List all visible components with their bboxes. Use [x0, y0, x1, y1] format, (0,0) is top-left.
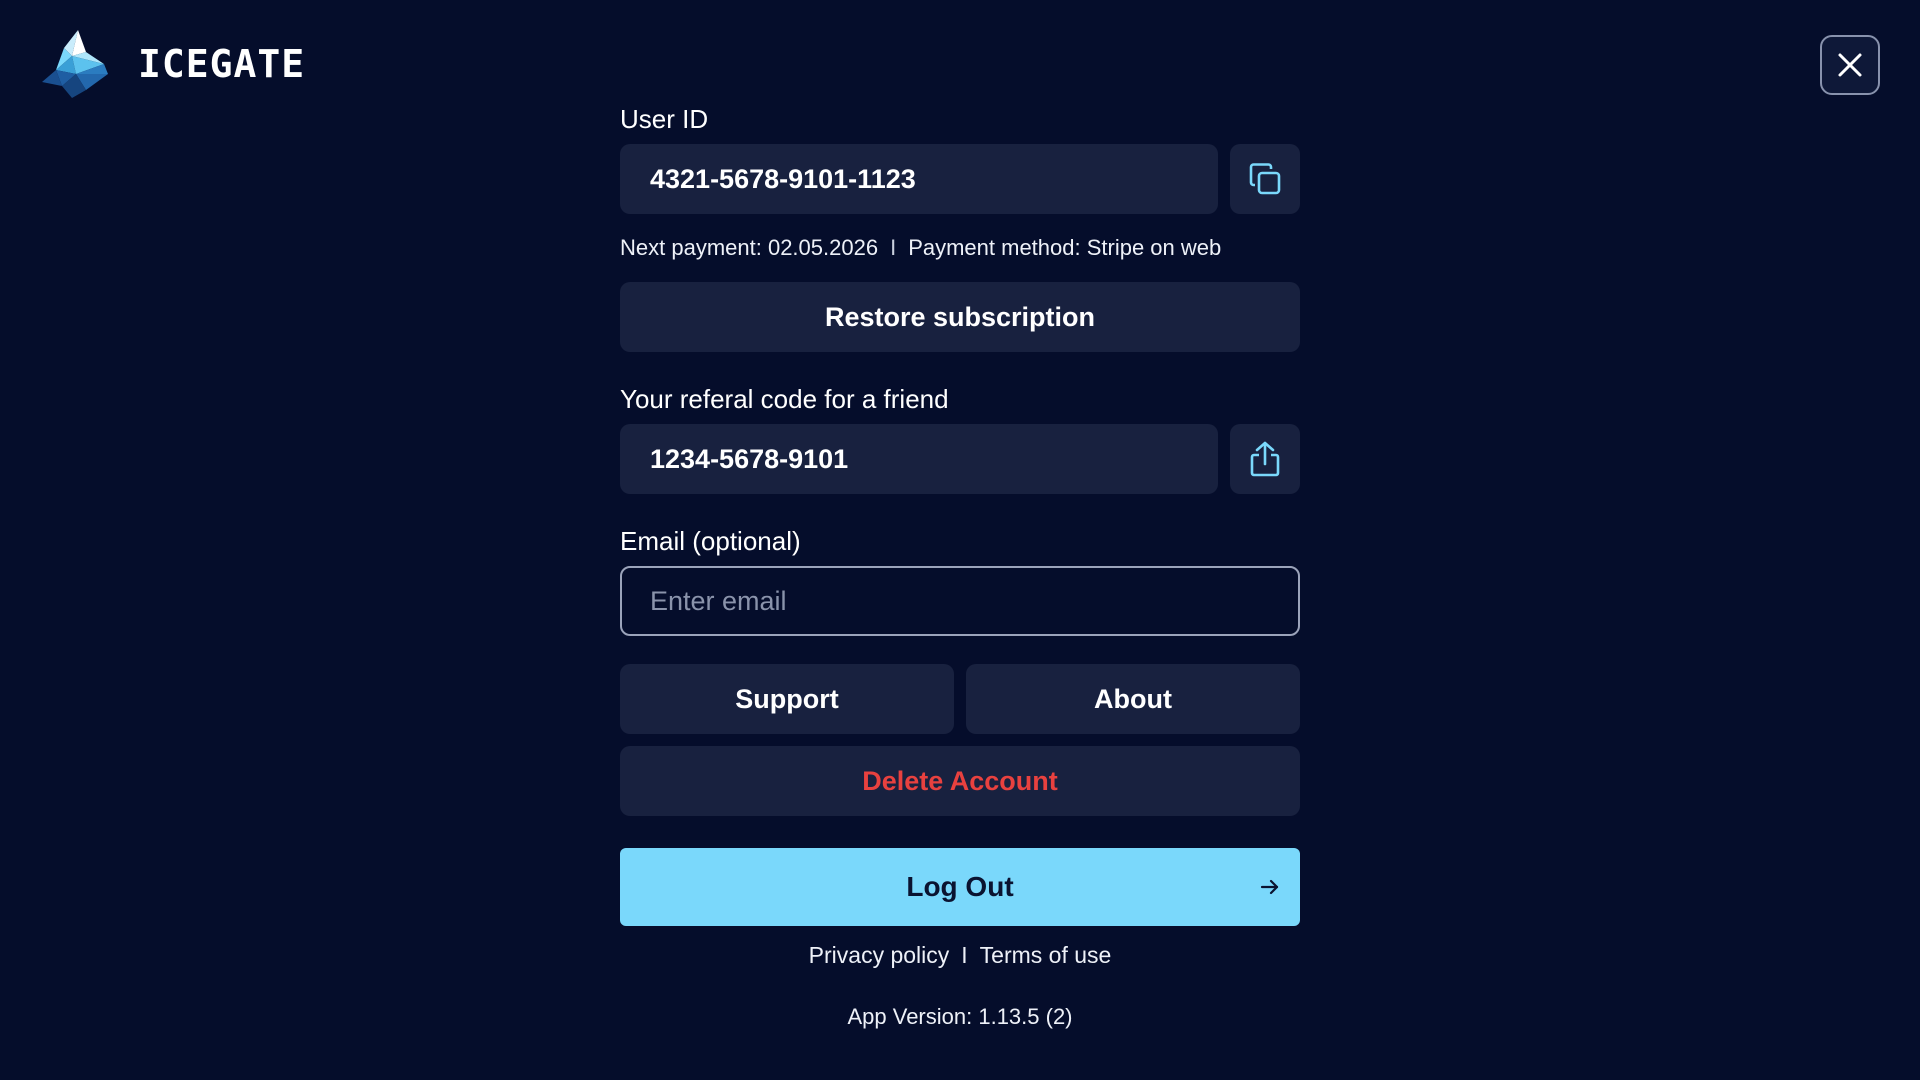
arrow-right-icon — [1260, 879, 1279, 895]
log-out-label: Log Out — [906, 871, 1014, 902]
log-out-button[interactable]: Log Out — [620, 848, 1300, 926]
restore-subscription-button[interactable]: Restore subscription — [620, 282, 1300, 352]
email-label: Email (optional) — [620, 526, 801, 556]
iceberg-logo-icon — [42, 30, 108, 98]
legal-links: Privacy policy I Terms of use — [620, 942, 1300, 969]
close-icon — [1838, 53, 1862, 77]
app-name: ICEGATE — [138, 42, 306, 86]
referral-code-field: 1234-5678-9101 — [620, 424, 1218, 494]
referral-label: Your referal code for a friend — [620, 384, 949, 414]
delete-account-button[interactable]: Delete Account — [620, 746, 1300, 816]
share-icon — [1250, 441, 1280, 477]
payment-info: Next payment: 02.05.2026 I Payment metho… — [620, 235, 1300, 261]
copy-user-id-button[interactable] — [1230, 144, 1300, 214]
payment-separator: I — [890, 235, 897, 260]
payment-method-text: Payment method: Stripe on web — [908, 235, 1222, 260]
app-version: App Version: 1.13.5 (2) — [847, 1004, 1073, 1029]
legal-separator: I — [961, 942, 968, 968]
privacy-policy-link[interactable]: Privacy policy — [809, 942, 950, 969]
app-logo: ICEGATE — [42, 30, 305, 98]
close-button[interactable] — [1820, 35, 1880, 95]
about-button[interactable]: About — [966, 664, 1300, 734]
copy-icon — [1249, 163, 1281, 195]
settings-screen: ICEGATE User ID 4321-5678-9101-1123 Next… — [0, 0, 1920, 1080]
share-referral-button[interactable] — [1230, 424, 1300, 494]
email-input[interactable] — [620, 566, 1300, 636]
user-id-label: User ID — [620, 104, 709, 134]
next-payment-text: Next payment: 02.05.2026 — [620, 235, 879, 260]
terms-of-use-link[interactable]: Terms of use — [980, 942, 1112, 969]
support-button[interactable]: Support — [620, 664, 954, 734]
user-id-field: 4321-5678-9101-1123 — [620, 144, 1218, 214]
